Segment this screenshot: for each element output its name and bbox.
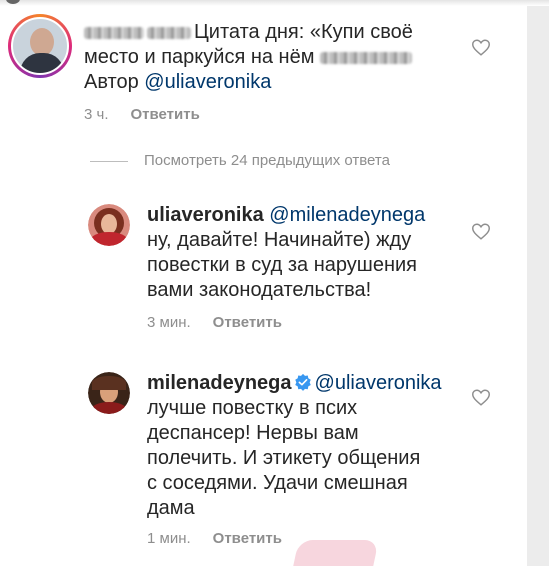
redacted-username-part <box>147 26 191 39</box>
reply2-meta: 1 мин. Ответить <box>147 530 282 547</box>
reply1-line1: ну, давайте! Начинайте) жду <box>147 229 412 251</box>
comment-main-meta: 3 ч. Ответить <box>84 106 200 123</box>
reply-button[interactable]: Ответить <box>213 314 282 331</box>
avatar-milenadeynega[interactable] <box>88 372 130 414</box>
comment-main-line2: место и паркуйся на нём <box>84 46 315 68</box>
reply1-line2: повестки в суд за нарушения <box>147 254 417 276</box>
right-edge <box>527 0 549 566</box>
comment-main: Цитата дня: «Купи своё место и паркуйся … <box>0 0 527 130</box>
reply1-line3: вами законодательства! <box>147 279 372 301</box>
reply2-line1: лучше повестку в псих <box>147 397 358 419</box>
redacted-name <box>320 51 413 64</box>
reply2-line2: деспансер! Нервы вам <box>147 422 359 444</box>
reply1-username[interactable]: uliaveronika <box>147 204 264 226</box>
heart-icon[interactable] <box>470 36 492 58</box>
reply-milenadeynega: milenadeynega @uliaveronika лучше повест… <box>0 358 527 558</box>
comment-main-text: Цитата дня: «Купи своё место и паркуйся … <box>84 20 474 95</box>
reply-button[interactable]: Ответить <box>213 530 282 547</box>
reply2-line3: полечить. И этикету общения <box>147 447 421 469</box>
author-mention-link[interactable]: @uliaveronika <box>144 71 271 93</box>
verified-badge-icon <box>294 373 311 391</box>
reply2-text: milenadeynega @uliaveronika лучше повест… <box>147 371 467 521</box>
avatar-uliaveronika[interactable] <box>88 204 130 246</box>
view-replies-label: Посмотреть 24 предыдущих ответа <box>144 152 390 169</box>
reply2-line4: с соседями. Удачи смешная <box>147 472 408 494</box>
reply1-time: 3 мин. <box>147 314 191 331</box>
comment-main-prefix: Цитата дня: «Купи своё <box>194 21 413 43</box>
reply2-username[interactable]: milenadeynega <box>147 372 292 394</box>
divider-line <box>90 160 128 162</box>
redacted-username <box>84 26 144 39</box>
reply2-mention-link[interactable]: @uliaveronika <box>315 372 442 394</box>
reply-uliaveronika: uliaveronika @milenadeynega ну, давайте!… <box>0 190 527 340</box>
avatar-main[interactable] <box>8 14 72 78</box>
reply-button[interactable]: Ответить <box>131 106 200 123</box>
reply1-text: uliaveronika @milenadeynega ну, давайте!… <box>147 203 457 303</box>
sticker-fragment <box>293 540 379 566</box>
reply2-line5: дама <box>147 497 195 519</box>
reply2-time: 1 мин. <box>147 530 191 547</box>
view-previous-replies-button[interactable]: Посмотреть 24 предыдущих ответа <box>90 152 390 169</box>
comment-main-time: 3 ч. <box>84 106 109 123</box>
heart-icon[interactable] <box>470 220 492 242</box>
author-label: Автор <box>84 71 139 93</box>
reply1-meta: 3 мин. Ответить <box>147 314 282 331</box>
heart-icon[interactable] <box>470 386 492 408</box>
reply1-mention-link[interactable]: @milenadeynega <box>269 204 425 226</box>
